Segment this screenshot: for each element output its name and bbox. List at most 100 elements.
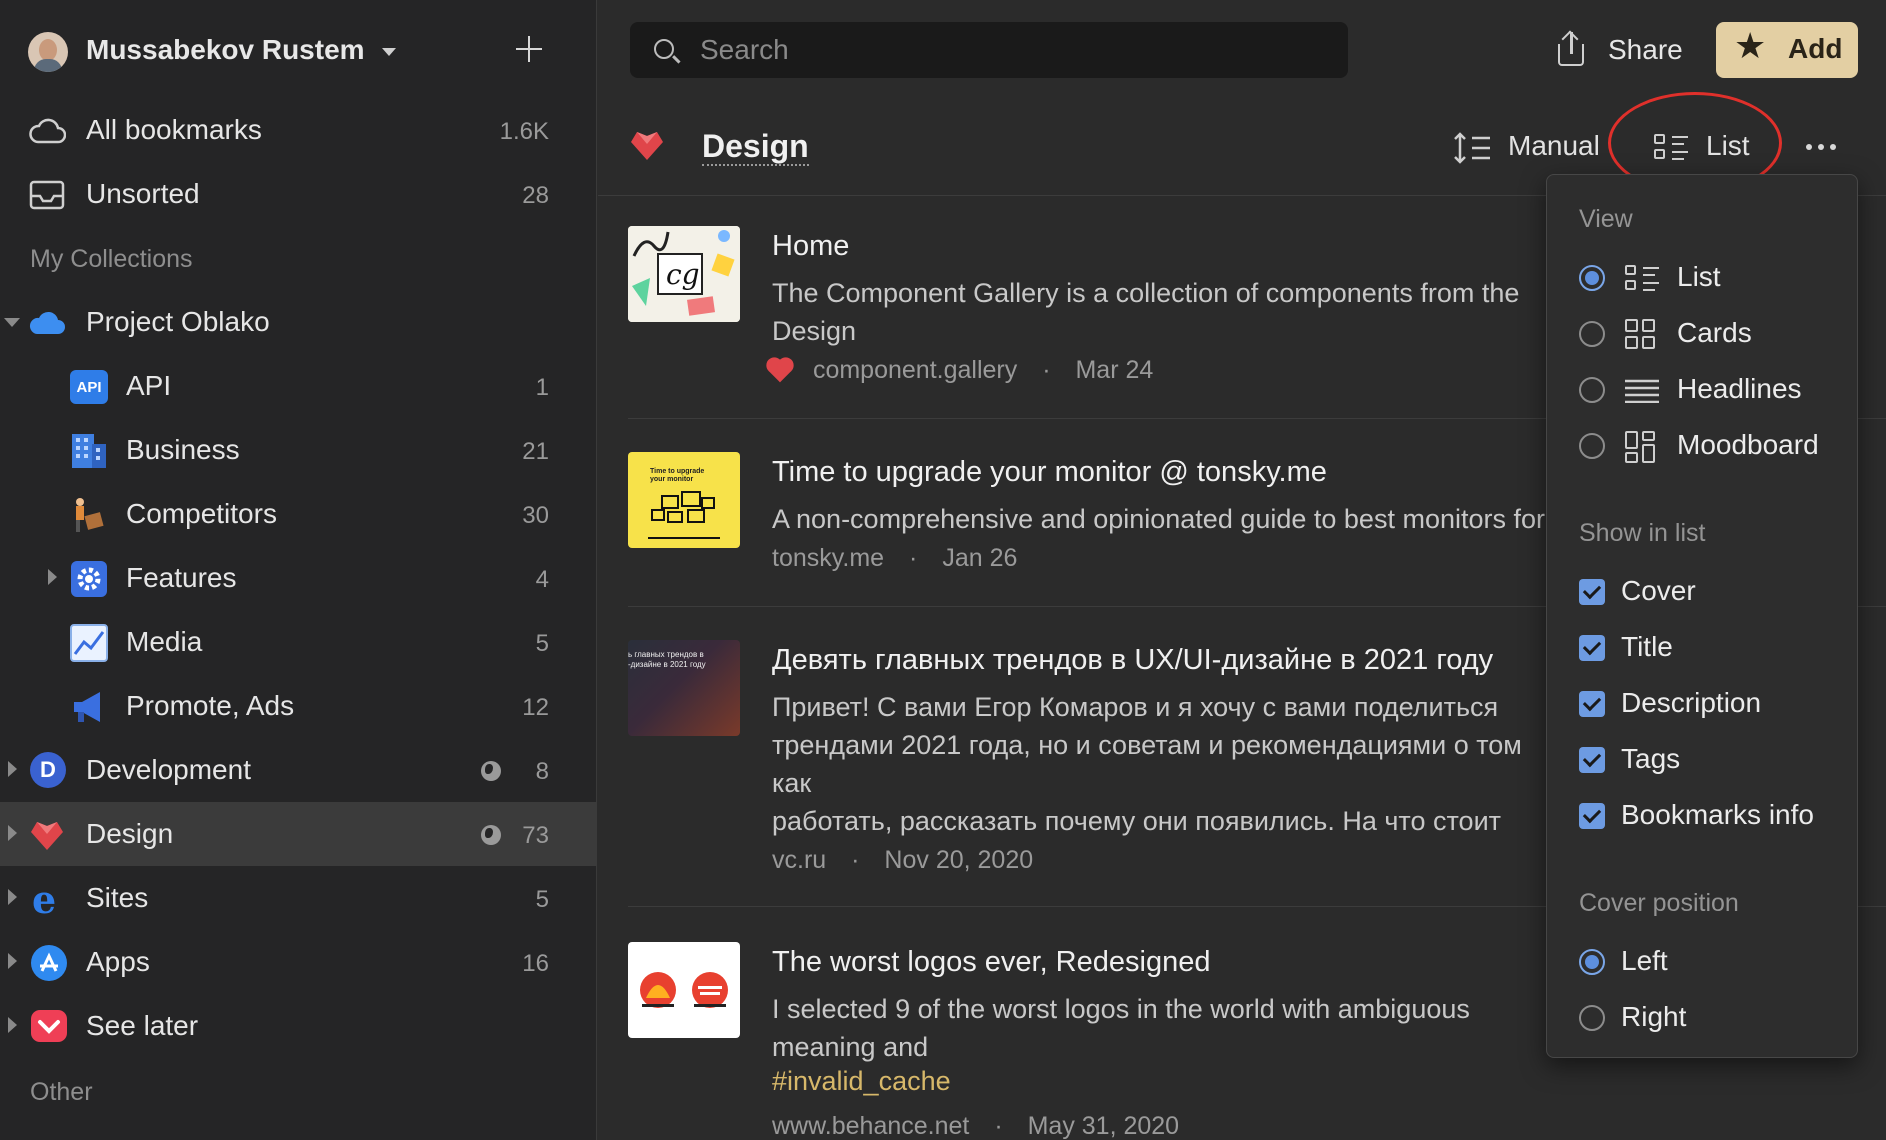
view-mode-label: List <box>1706 130 1750 161</box>
sidebar: Mussabekov Rustem All bookmarks 1.6K Uns… <box>0 0 597 1140</box>
sidebar-item-sites[interactable]: e Sites 5 <box>0 866 597 930</box>
bookmark-date: Nov 20, 2020 <box>884 846 1034 874</box>
expand-arrow-icon[interactable] <box>8 953 17 969</box>
view-option-moodboard[interactable]: Moodboard <box>1579 425 1849 469</box>
checkbox-checked[interactable] <box>1579 691 1605 717</box>
bookmark-tag[interactable]: #invalid_cache <box>772 1066 951 1097</box>
radio-selected[interactable] <box>1579 949 1605 975</box>
cover-option-label: Left <box>1621 945 1668 976</box>
sidebar-item-api[interactable]: API API 1 <box>0 354 597 418</box>
moodboard-view-icon <box>1625 431 1657 463</box>
checkbox-checked[interactable] <box>1579 803 1605 829</box>
radio-unselected[interactable] <box>1579 377 1605 403</box>
sidebar-item-label: All bookmarks <box>86 114 262 145</box>
radio-selected[interactable] <box>1579 265 1605 291</box>
checkbox-checked[interactable] <box>1579 635 1605 661</box>
sidebar-item-development[interactable]: D Development 8 <box>0 738 597 802</box>
show-option-label: Cover <box>1621 575 1696 606</box>
show-option-tags[interactable]: Tags <box>1579 739 1849 783</box>
meta-separator: · <box>994 1112 1003 1140</box>
search-input[interactable] <box>700 32 1320 68</box>
share-button[interactable]: Share <box>1556 22 1706 78</box>
app-store-icon <box>31 945 67 981</box>
sidebar-item-see-later[interactable]: See later <box>0 994 597 1058</box>
bookmark-title[interactable]: Девять главных трендов в UX/UI-дизайне в… <box>772 644 1552 677</box>
show-option-label: Bookmarks info <box>1621 799 1814 830</box>
sidebar-item-count: 28 <box>522 182 549 209</box>
list-view-icon <box>1625 265 1659 293</box>
svg-text:e: e <box>32 880 56 918</box>
show-option-cover[interactable]: Cover <box>1579 571 1849 615</box>
show-option-description[interactable]: Description <box>1579 683 1849 727</box>
view-option-headlines[interactable]: Headlines <box>1579 369 1849 413</box>
sidebar-item-count: 16 <box>522 950 549 977</box>
view-option-list[interactable]: List <box>1579 257 1849 301</box>
sidebar-item-label: Media <box>126 626 203 657</box>
radio-unselected[interactable] <box>1579 321 1605 347</box>
sidebar-item-count: 1 <box>535 374 549 401</box>
user-menu[interactable]: Mussabekov Rustem <box>0 18 597 82</box>
bookmark-title[interactable]: The worst logos ever, Redesigned <box>772 946 1210 979</box>
view-option-cards[interactable]: Cards <box>1579 313 1849 357</box>
view-options-menu: View List Cards Headlines Moodboard Show… <box>1546 174 1858 1058</box>
view-option-label: Moodboard <box>1677 429 1819 460</box>
collapse-arrow-icon[interactable] <box>4 318 20 327</box>
sidebar-item-promote-ads[interactable]: Promote, Ads 12 <box>0 674 597 738</box>
edge-e-icon: e <box>32 880 56 918</box>
view-mode-button[interactable]: List <box>1654 128 1774 168</box>
sidebar-item-features[interactable]: Features 4 <box>0 546 597 610</box>
checkbox-checked[interactable] <box>1579 747 1605 773</box>
avatar <box>28 32 68 72</box>
sidebar-item-business[interactable]: Business 21 <box>0 418 597 482</box>
heart-gem-icon <box>631 132 663 160</box>
globe-icon <box>481 825 501 845</box>
more-options-button[interactable] <box>1804 144 1840 152</box>
sidebar-item-count: 1.6K <box>499 118 549 145</box>
add-button[interactable]: ★ Add <box>1716 22 1858 78</box>
sidebar-item-label: Sites <box>86 882 149 913</box>
bookmark-info: vc.ru · Nov 20, 2020 <box>772 846 1033 875</box>
bookmark-info: tonsky.me · Jan 26 <box>772 544 1017 573</box>
show-in-list-heading: Show in list <box>1579 519 1706 547</box>
thumbnail-text: Time to upgrade your monitor <box>650 468 705 483</box>
sidebar-item-media[interactable]: Media 5 <box>0 610 597 674</box>
sidebar-item-count: 5 <box>535 886 549 913</box>
expand-arrow-icon[interactable] <box>8 825 17 841</box>
sidebar-item-count: 5 <box>535 630 549 657</box>
sidebar-item-apps[interactable]: Apps 16 <box>0 930 597 994</box>
expand-arrow-icon[interactable] <box>8 889 17 905</box>
sidebar-item-label: Features <box>126 562 237 593</box>
bookmark-description: Привет! С вами Егор Комаров и я хочу с в… <box>772 692 1522 836</box>
sidebar-item-label: Competitors <box>126 498 277 529</box>
expand-arrow-icon[interactable] <box>48 569 57 585</box>
user-name: Mussabekov Rustem <box>86 34 365 65</box>
meta-separator: · <box>851 846 860 874</box>
radio-unselected[interactable] <box>1579 1005 1605 1031</box>
sidebar-item-competitors[interactable]: Competitors 30 <box>0 482 597 546</box>
expand-arrow-icon[interactable] <box>8 761 17 777</box>
sidebar-item-project-oblako[interactable]: Project Oblako <box>0 290 597 354</box>
cover-option-left[interactable]: Left <box>1579 941 1849 985</box>
sidebar-item-design[interactable]: Design 73 <box>0 802 597 866</box>
search-bar[interactable] <box>630 22 1348 78</box>
sidebar-item-label: Development <box>86 754 251 785</box>
cards-view-icon <box>1625 319 1657 351</box>
radio-unselected[interactable] <box>1579 433 1605 459</box>
cover-position-heading: Cover position <box>1579 889 1739 917</box>
bookmark-date: May 31, 2020 <box>1027 1112 1180 1140</box>
share-label: Share <box>1608 34 1683 65</box>
sidebar-item-all-bookmarks[interactable]: All bookmarks 1.6K <box>0 98 597 162</box>
show-option-bookmarks-info[interactable]: Bookmarks info <box>1579 795 1849 839</box>
cover-option-right[interactable]: Right <box>1579 997 1849 1041</box>
bookmark-info: www.behance.net · May 31, 2020 <box>772 1112 1179 1140</box>
sidebar-item-unsorted[interactable]: Unsorted 28 <box>0 162 597 226</box>
heart-gem-icon <box>31 822 63 850</box>
new-collection-button[interactable] <box>512 32 546 66</box>
bookmark-title[interactable]: Home <box>772 230 849 263</box>
collection-title[interactable]: Design <box>702 128 809 166</box>
expand-arrow-icon[interactable] <box>8 1017 17 1033</box>
show-option-title[interactable]: Title <box>1579 627 1849 671</box>
bookmark-title[interactable]: Time to upgrade your monitor @ tonsky.me <box>772 456 1327 489</box>
checkbox-checked[interactable] <box>1579 579 1605 605</box>
sidebar-item-label: Apps <box>86 946 150 977</box>
